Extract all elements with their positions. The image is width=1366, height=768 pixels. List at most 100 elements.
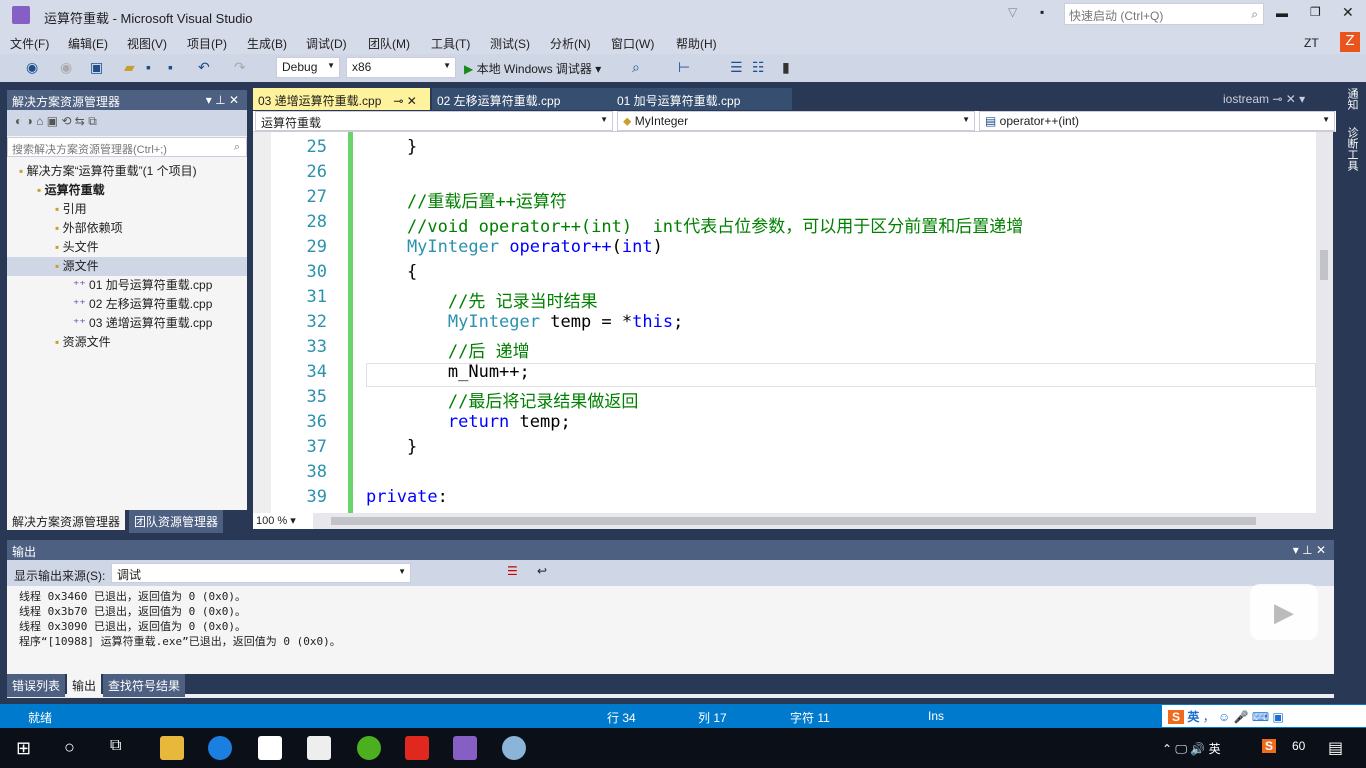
zoom-select[interactable]: 100 % ▾ bbox=[253, 513, 313, 529]
menu-item[interactable]: 工具(T) bbox=[431, 35, 470, 52]
code-line[interactable]: //最后将记录结果做返回 bbox=[366, 387, 638, 412]
clear-all-icon[interactable]: ☰ bbox=[507, 564, 518, 578]
solution-search-input[interactable]: 搜索解决方案资源管理器(Ctrl+;) ⌕ bbox=[7, 137, 247, 157]
notifications-tab[interactable]: 通知 bbox=[1346, 88, 1358, 110]
menu-item[interactable]: 窗口(W) bbox=[611, 35, 654, 52]
run-debugger-button[interactable]: ▶ 本地 Windows 调试器 ▾ bbox=[464, 60, 601, 77]
undo-icon[interactable]: ↶ bbox=[198, 59, 210, 76]
output-source-select[interactable]: 调试 ▼ bbox=[111, 563, 411, 583]
tab-03-increment[interactable]: 03 递增运算符重载.cpp ⊸ ✕ bbox=[253, 88, 430, 110]
task-view-icon[interactable]: ⧉ bbox=[110, 737, 121, 755]
platform-select[interactable]: x86 ▼ bbox=[346, 57, 456, 78]
tree-item[interactable]: ▪ 引用 bbox=[7, 200, 247, 219]
menu-item[interactable]: 生成(B) bbox=[247, 35, 287, 52]
code-line[interactable]: } bbox=[366, 137, 417, 157]
tab-solution-explorer[interactable]: 解决方案资源管理器 bbox=[7, 510, 126, 530]
uncomment-icon[interactable]: ☷ bbox=[752, 59, 765, 76]
menu-item[interactable]: 帮助(H) bbox=[676, 35, 717, 52]
code-line[interactable]: MyInteger temp = *this; bbox=[366, 312, 683, 332]
class-select[interactable]: ⬥ MyInteger ▼ bbox=[617, 111, 975, 131]
code-line[interactable]: } bbox=[366, 437, 417, 457]
notification-icon[interactable]: ▤ bbox=[1328, 738, 1343, 758]
member-select[interactable]: ▤ operator++(int) ▼ bbox=[979, 111, 1335, 131]
code-line[interactable]: //先 记录当时结果 bbox=[366, 287, 598, 312]
feedback-icon[interactable]: ▪ bbox=[1040, 5, 1044, 19]
tab-find-symbol[interactable]: 查找符号结果 bbox=[103, 674, 186, 697]
tab-output[interactable]: 输出 bbox=[67, 674, 102, 697]
back-icon[interactable]: ◉ bbox=[26, 59, 38, 76]
tree-item[interactable]: ▪ 解决方案“运算符重载”(1 个项目) bbox=[7, 162, 247, 181]
comment-icon[interactable]: ☰ bbox=[730, 59, 743, 76]
visual-studio-icon[interactable] bbox=[453, 736, 477, 760]
code-line[interactable]: { bbox=[366, 262, 417, 282]
tab-iostream[interactable]: iostream ⊸ ✕ ▾ bbox=[1218, 88, 1310, 110]
menu-item[interactable]: 项目(P) bbox=[187, 35, 227, 52]
user-name[interactable]: ZT bbox=[1304, 36, 1319, 50]
save-all-icon[interactable]: ▪ bbox=[168, 59, 173, 75]
new-project-icon[interactable]: ▣ bbox=[90, 59, 103, 76]
file-explorer-icon[interactable] bbox=[160, 736, 184, 760]
avatar[interactable]: Z bbox=[1340, 32, 1360, 52]
code-line[interactable]: //重载后置++运算符 bbox=[366, 187, 567, 212]
menu-item[interactable]: 视图(V) bbox=[127, 35, 167, 52]
config-select[interactable]: Debug ▼ bbox=[276, 57, 340, 78]
quick-launch-input[interactable]: 快速启动 (Ctrl+Q) ⌕ bbox=[1064, 3, 1264, 25]
filter-icon[interactable]: ▽ bbox=[1008, 5, 1017, 19]
open-icon[interactable]: ▰ bbox=[124, 59, 135, 76]
home-icon[interactable]: ◐ ◑ ⌂ ▣ ⟲ ⇆ ⧉ bbox=[15, 114, 97, 128]
menu-item[interactable]: 测试(S) bbox=[490, 35, 530, 52]
forward-icon[interactable]: ◉ bbox=[60, 59, 72, 76]
code-line[interactable]: m_Num++; bbox=[366, 362, 530, 382]
code-line[interactable]: //void operator++(int) int代表占位参数，可以用于区分前… bbox=[366, 212, 1023, 237]
tree-item[interactable]: ▪ 运算符重载 bbox=[7, 181, 247, 200]
close-button[interactable]: ✕ bbox=[1342, 4, 1354, 21]
code-line[interactable]: return temp; bbox=[366, 412, 571, 432]
tree-item[interactable]: ⁺⁺ 03 递增运算符重载.cpp bbox=[7, 314, 247, 333]
step-icon[interactable]: ⊢ bbox=[678, 59, 690, 76]
start-icon[interactable]: ⊞ bbox=[16, 738, 31, 759]
tree-item[interactable]: ⁺⁺ 01 加号运算符重载.cpp bbox=[7, 276, 247, 295]
menu-item[interactable]: 调试(D) bbox=[306, 35, 347, 52]
word-wrap-icon[interactable]: ↩ bbox=[537, 564, 547, 578]
browser-icon[interactable] bbox=[208, 736, 232, 760]
project-select[interactable]: 运算符重载 ▼ bbox=[255, 111, 613, 131]
vertical-scrollbar[interactable] bbox=[1316, 132, 1333, 513]
tree-item[interactable]: ▪ 头文件 bbox=[7, 238, 247, 257]
code-line[interactable]: //后 递增 bbox=[366, 337, 530, 362]
tray-icons[interactable]: ⌃ 🖵 🔊 英 bbox=[1162, 740, 1221, 757]
tree-item[interactable]: ⁺⁺ 02 左移运算符重载.cpp bbox=[7, 295, 247, 314]
baidu-netdisk-icon[interactable] bbox=[258, 736, 282, 760]
menu-item[interactable]: 编辑(E) bbox=[68, 35, 108, 52]
menu-item[interactable]: 文件(F) bbox=[10, 35, 49, 52]
close-icon[interactable]: ⊸ ✕ bbox=[393, 94, 416, 108]
tab-01-plus[interactable]: 01 加号运算符重载.cpp bbox=[612, 88, 792, 110]
minimize-button[interactable]: ▬ bbox=[1276, 6, 1288, 20]
code-line[interactable]: MyInteger operator++(int) bbox=[366, 237, 663, 257]
typora-icon[interactable] bbox=[307, 736, 331, 760]
sogou-tray-icon[interactable]: S bbox=[1262, 739, 1277, 753]
tab-error-list[interactable]: 错误列表 bbox=[7, 674, 66, 697]
perf-badge[interactable]: 60 bbox=[1292, 739, 1305, 753]
xmind-icon[interactable] bbox=[405, 736, 429, 760]
menu-item[interactable]: 团队(M) bbox=[368, 35, 410, 52]
green-app-icon[interactable] bbox=[357, 736, 381, 760]
horizontal-scrollbar[interactable] bbox=[331, 517, 1256, 525]
code-editor[interactable]: 25 } 26 27 //重载后置++运算符 28 //void operator++… bbox=[253, 132, 1316, 513]
diagnostics-tab[interactable]: 诊断工具 bbox=[1346, 127, 1358, 171]
cortana-icon[interactable]: ○ bbox=[64, 737, 75, 758]
pin-icon[interactable]: ▾ ⊥ ✕ bbox=[206, 93, 239, 107]
bookmark-icon[interactable]: ▮ bbox=[782, 59, 790, 76]
pin-icon[interactable]: ▾ ⊥ ✕ bbox=[1293, 543, 1326, 557]
find-icon[interactable]: ⌕ bbox=[632, 59, 640, 76]
ime-toolbar[interactable]: S 英 ， ☺ 🎤 ⌨ ▣ bbox=[1162, 705, 1366, 727]
tab-02-leftshift[interactable]: 02 左移运算符重载.cpp bbox=[432, 88, 612, 110]
tab-team-explorer[interactable]: 团队资源管理器 bbox=[129, 510, 224, 533]
tree-item[interactable]: ▪ 源文件 bbox=[7, 257, 247, 276]
tree-item[interactable]: ▪ 资源文件 bbox=[7, 333, 247, 352]
save-icon[interactable]: ▪ bbox=[146, 59, 151, 75]
redo-icon[interactable]: ↷ bbox=[234, 59, 246, 76]
restore-button[interactable]: ❐ bbox=[1310, 5, 1321, 19]
tree-item[interactable]: ▪ 外部依赖项 bbox=[7, 219, 247, 238]
menu-item[interactable]: 分析(N) bbox=[550, 35, 591, 52]
code-line[interactable]: private: bbox=[366, 487, 448, 507]
